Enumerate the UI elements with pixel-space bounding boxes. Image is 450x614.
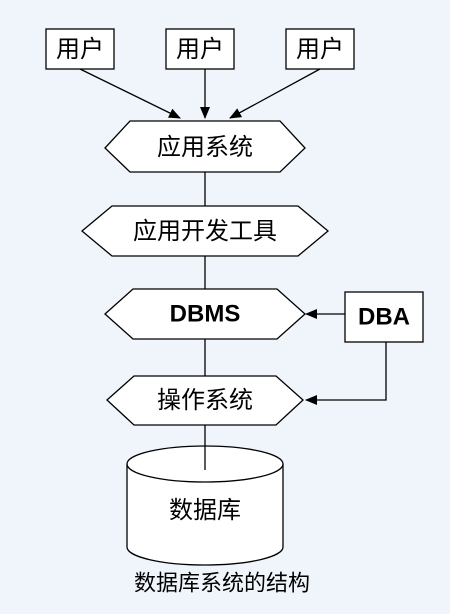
diagram-stage: 用户 用户 用户 应用系统 应用开发工具 DBMS DBA 操作系统 数据库 数… bbox=[0, 0, 450, 614]
arrow-user3-to-app bbox=[229, 68, 321, 119]
arrow-dba-to-os bbox=[305, 342, 387, 405]
user-label-1: 用户 bbox=[56, 35, 104, 63]
user-label-3: 用户 bbox=[296, 35, 344, 63]
database-label: 数据库 bbox=[169, 496, 241, 524]
database-system-diagram: 用户 用户 用户 应用系统 应用开发工具 DBMS DBA 操作系统 数据库 数… bbox=[45, 28, 424, 597]
diagram-caption: 数据库系统的结构 bbox=[134, 572, 310, 597]
app-system-label: 应用系统 bbox=[157, 133, 253, 161]
dba-label: DBA bbox=[358, 304, 410, 331]
arrow-user1-to-app bbox=[79, 68, 181, 119]
os-label: 操作系统 bbox=[157, 386, 253, 414]
user-label-2: 用户 bbox=[176, 35, 224, 63]
dbms-label: DBMS bbox=[170, 301, 241, 328]
dev-tools-label: 应用开发工具 bbox=[133, 217, 277, 245]
